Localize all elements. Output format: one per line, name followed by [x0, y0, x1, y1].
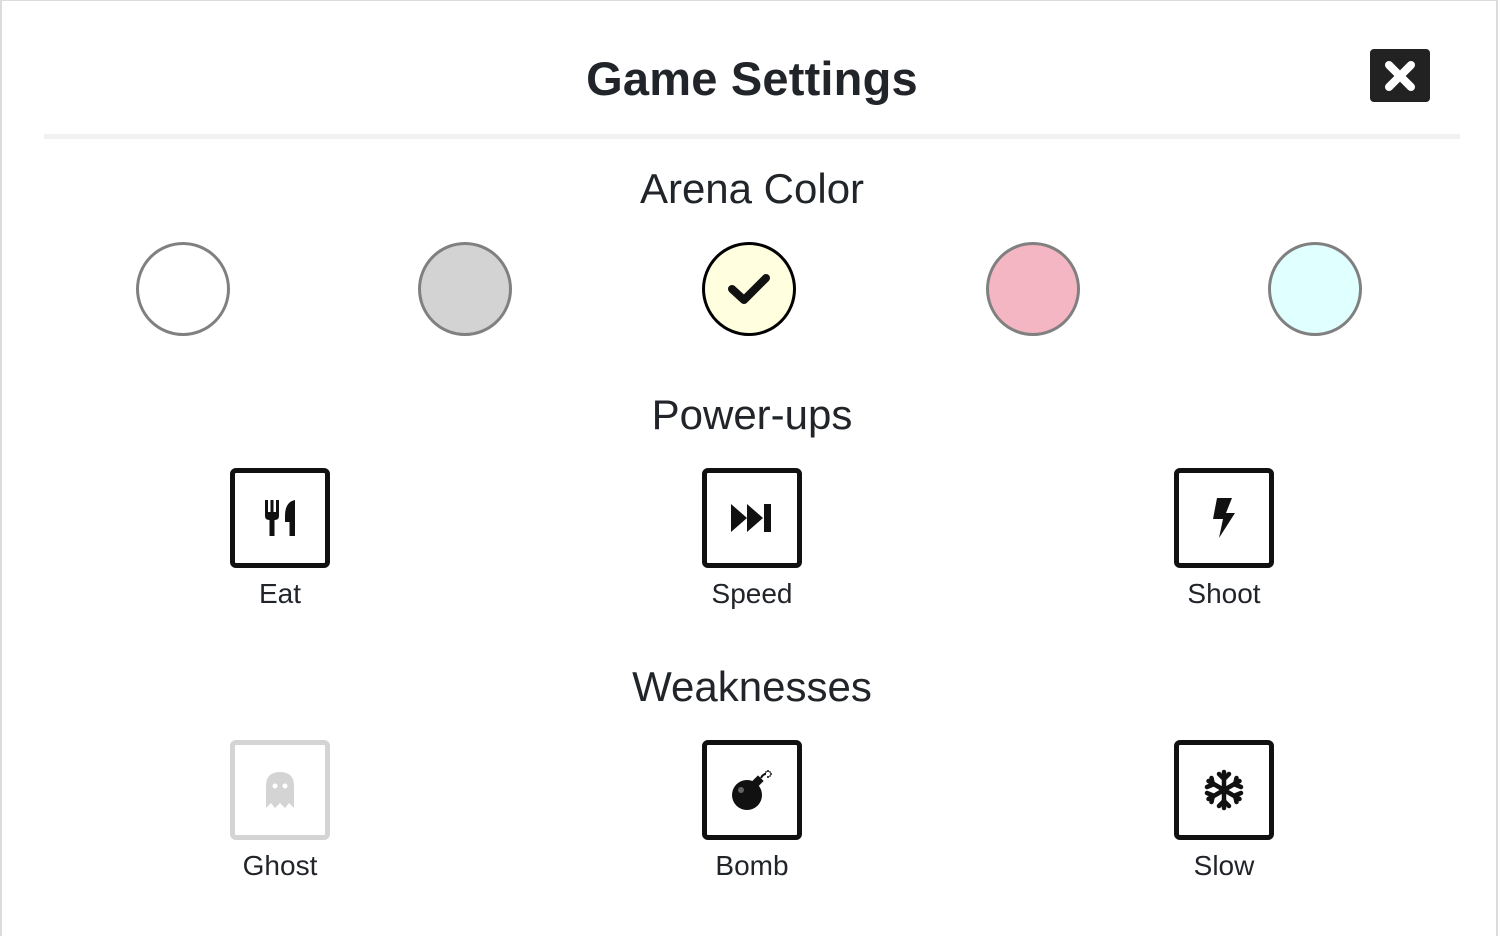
weakness-ghost-button[interactable] [230, 740, 330, 840]
powerups-heading: Power-ups [651, 391, 853, 438]
powerup-speed-label: Speed [711, 578, 793, 609]
powerup-shoot: Shoot [1174, 468, 1274, 610]
weakness-ghost-label: Ghost [242, 850, 318, 881]
powerup-speed-button[interactable] [702, 468, 802, 568]
weakness-slow: Slow [1174, 740, 1274, 882]
close-icon [1385, 60, 1415, 91]
arena-color-heading: Arena Color [639, 165, 865, 212]
fast-forward-icon [731, 504, 771, 532]
checkmark-icon [728, 274, 770, 304]
powerup-eat-label: Eat [258, 578, 302, 609]
weakness-bomb-label: Bomb [715, 850, 789, 881]
weaknesses-heading: Weaknesses [632, 663, 872, 710]
weakness-slow-button[interactable] [1174, 740, 1274, 840]
snowflake-icon [1204, 769, 1244, 811]
arena-color-swatch-gray[interactable] [418, 242, 512, 336]
bolt-icon [1213, 498, 1235, 538]
arena-color-swatch-lightyellow[interactable] [702, 242, 796, 336]
powerup-shoot-label: Shoot [1187, 578, 1261, 609]
powerup-shoot-button[interactable] [1174, 468, 1274, 568]
arena-color-swatch-lightcyan[interactable] [1268, 242, 1362, 336]
weakness-bomb-button[interactable] [702, 740, 802, 840]
settings-modal: Game Settings Arena Color Power-ups Eat … [0, 0, 1498, 936]
arena-color-swatch-pink[interactable] [986, 242, 1080, 336]
arena-color-swatch-white[interactable] [136, 242, 230, 336]
weakness-bomb: Bomb [702, 740, 802, 882]
utensils-icon [265, 500, 295, 536]
weakness-slow-label: Slow [1193, 850, 1255, 881]
bomb-icon [732, 770, 772, 810]
powerup-speed: Speed [702, 468, 802, 610]
modal-header: Game Settings [44, 1, 1460, 139]
powerup-eat-button[interactable] [230, 468, 330, 568]
weakness-ghost: Ghost [230, 740, 330, 882]
powerup-eat: Eat [230, 468, 330, 610]
modal-title: Game Settings [586, 52, 918, 105]
close-button[interactable] [1370, 49, 1430, 102]
ghost-icon [266, 772, 294, 808]
